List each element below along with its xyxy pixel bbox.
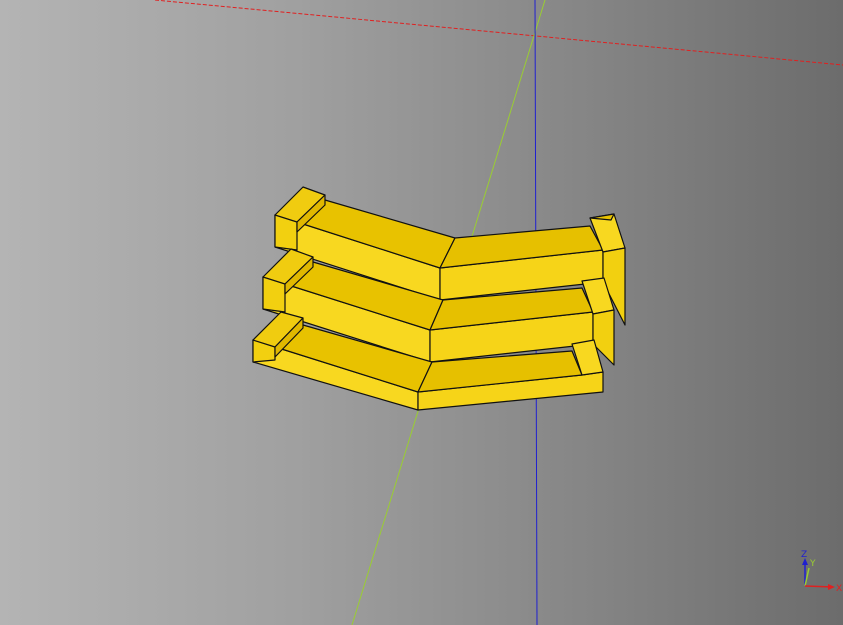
3d-viewport[interactable]: Z Y X — [0, 0, 843, 625]
3d-scene[interactable]: Z Y X — [0, 0, 843, 625]
triad-x-label: X — [836, 584, 842, 594]
triad-y-label: Y — [809, 559, 816, 569]
triad-z-label: Z — [801, 550, 807, 560]
triad-x-arrow-icon — [828, 584, 835, 590]
world-x-axis-line — [154, 0, 843, 66]
axis-orientation-triad: Z Y X — [801, 550, 842, 594]
stacked-angled-shelves-model[interactable] — [252, 186, 626, 411]
